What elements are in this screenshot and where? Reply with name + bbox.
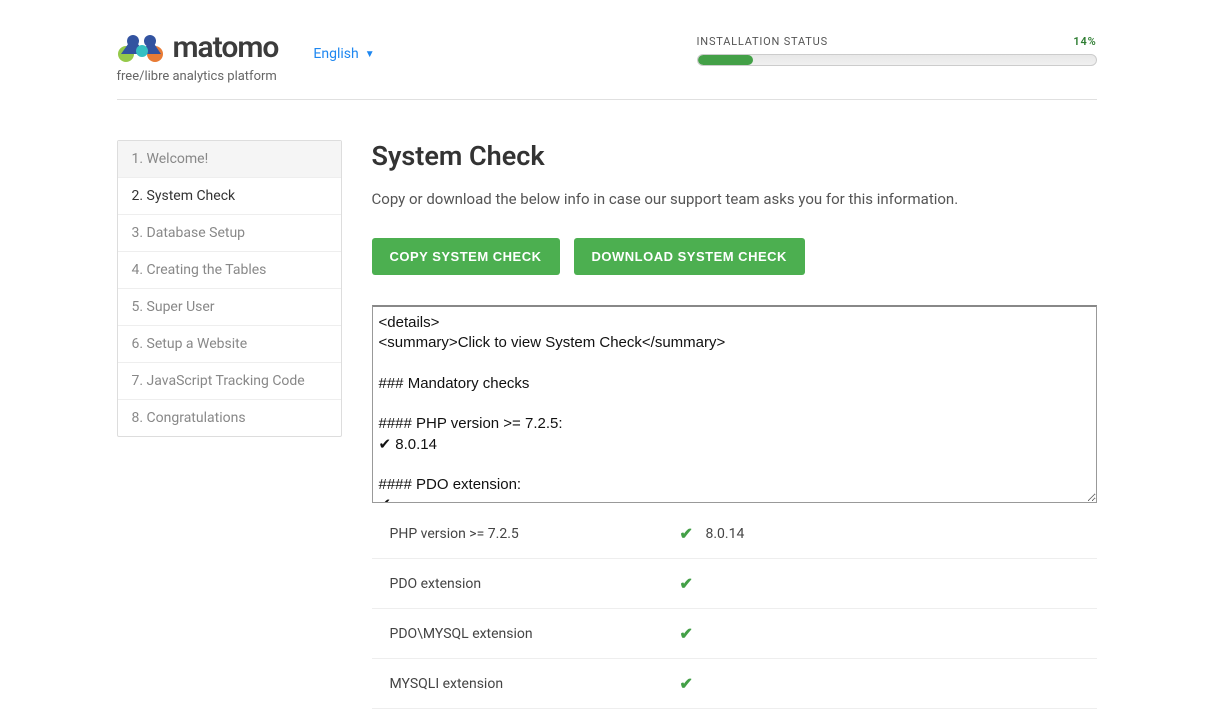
- page-title: System Check: [372, 140, 1097, 172]
- check-row-pdo-mysql: PDO\MYSQL extension ✔: [372, 609, 1097, 659]
- copy-system-check-button[interactable]: COPY SYSTEM CHECK: [372, 238, 560, 275]
- check-row-php-version: PHP version >= 7.2.5 ✔ 8.0.14: [372, 509, 1097, 559]
- check-label: PDO\MYSQL extension: [390, 626, 680, 642]
- sidebar-item-system-check[interactable]: 2. System Check: [118, 178, 341, 215]
- check-ok-icon: ✔: [680, 624, 706, 643]
- sidebar-item-setup-website: 6. Setup a Website: [118, 326, 341, 363]
- check-label: MYSQLI extension: [390, 676, 680, 692]
- sidebar-item-js-tracking: 7. JavaScript Tracking Code: [118, 363, 341, 400]
- sidebar-item-database-setup: 3. Database Setup: [118, 215, 341, 252]
- sidebar: 1. Welcome! 2. System Check 3. Database …: [117, 140, 342, 437]
- content: System Check Copy or download the below …: [372, 140, 1097, 709]
- language-label: English: [313, 46, 358, 62]
- download-system-check-button[interactable]: DOWNLOAD SYSTEM CHECK: [574, 238, 805, 275]
- header: matomo free/libre analytics platform Eng…: [117, 0, 1097, 100]
- language-selector[interactable]: English ▼: [313, 46, 374, 62]
- checks-table: PHP version >= 7.2.5 ✔ 8.0.14 PDO extens…: [372, 509, 1097, 709]
- check-ok-icon: ✔: [680, 674, 706, 693]
- check-ok-icon: ✔: [680, 574, 706, 593]
- check-row-pdo: PDO extension ✔: [372, 559, 1097, 609]
- progress-fill: [698, 55, 754, 65]
- progress-bar: [697, 54, 1097, 66]
- brand-name: matomo: [173, 30, 279, 65]
- tagline: free/libre analytics platform: [117, 69, 279, 84]
- sidebar-item-congratulations: 8. Congratulations: [118, 400, 341, 436]
- check-label: PDO extension: [390, 576, 680, 592]
- matomo-logo-icon: [117, 33, 165, 63]
- system-check-textarea[interactable]: [372, 305, 1097, 503]
- status-percent: 14%: [1073, 35, 1096, 48]
- caret-down-icon: ▼: [365, 49, 375, 60]
- status-label: INSTALLATION STATUS: [697, 35, 828, 48]
- check-ok-icon: ✔: [680, 524, 706, 543]
- installation-status: INSTALLATION STATUS 14%: [697, 30, 1097, 66]
- page-description: Copy or download the below info in case …: [372, 190, 1097, 208]
- sidebar-item-welcome[interactable]: 1. Welcome!: [118, 141, 341, 178]
- sidebar-item-creating-tables: 4. Creating the Tables: [118, 252, 341, 289]
- sidebar-item-super-user: 5. Super User: [118, 289, 341, 326]
- check-label: PHP version >= 7.2.5: [390, 526, 680, 542]
- logo-block: matomo free/libre analytics platform: [117, 30, 279, 84]
- check-value: 8.0.14: [706, 526, 745, 542]
- check-row-mysqli: MYSQLI extension ✔: [372, 659, 1097, 709]
